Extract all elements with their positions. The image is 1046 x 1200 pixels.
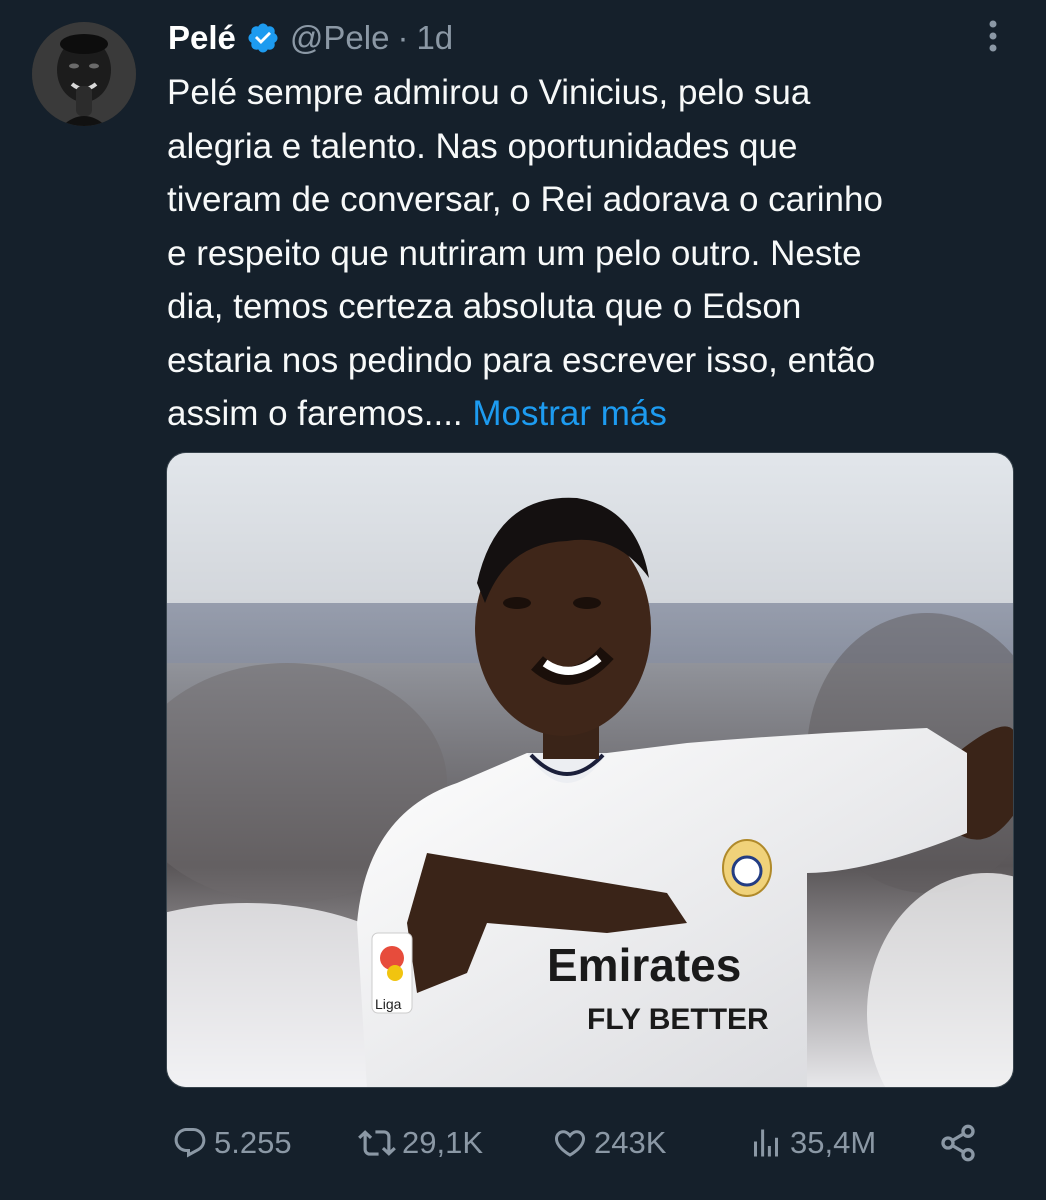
- tweet-text-line: Pelé sempre admirou o Vinicius, pelo sua: [167, 73, 811, 112]
- tweet-text-line: assim o faremos....: [167, 394, 463, 433]
- reply-icon: [174, 1128, 206, 1158]
- liga-badge-text: Liga: [375, 996, 402, 1012]
- verified-badge-icon: [248, 23, 278, 53]
- tweet-photo[interactable]: Emirates FLY BETTER Liga: [166, 452, 1014, 1088]
- jersey-slogan-text: FLY BETTER: [587, 1003, 769, 1036]
- tweet-text-last-line: assim o faremos.... Mostrar más: [167, 387, 1017, 441]
- show-more-link[interactable]: Mostrar más: [472, 394, 666, 433]
- more-vertical-icon: [989, 20, 997, 52]
- retweet-icon: [358, 1130, 396, 1156]
- tweet-header: Pelé @Pele · 1d: [168, 16, 453, 60]
- views-button[interactable]: 35,4M: [748, 1118, 876, 1168]
- header-separator: ·: [397, 19, 409, 56]
- tweet-text-line: tiveram de conversar, o Rei adorava o ca…: [167, 180, 883, 219]
- share-icon: [941, 1124, 975, 1162]
- author-name[interactable]: Pelé: [168, 19, 236, 57]
- views-chart-icon: [754, 1129, 778, 1157]
- retweet-count: 29,1K: [402, 1125, 484, 1160]
- jersey-sponsor-text: Emirates: [547, 939, 741, 991]
- author-handle[interactable]: @Pele: [290, 19, 390, 57]
- reply-count: 5.255: [214, 1125, 292, 1160]
- tweet-timestamp[interactable]: 1d: [416, 19, 453, 57]
- author-avatar[interactable]: [32, 22, 136, 126]
- tweet-text-line: dia, temos certeza absoluta que o Edson: [167, 287, 802, 326]
- retweet-button[interactable]: 29,1K: [358, 1118, 483, 1168]
- tweet-actions: 5.255 29,1K 243K 35,4M: [168, 1118, 988, 1168]
- avatar-photo-icon: [32, 22, 136, 126]
- like-count: 243K: [594, 1125, 667, 1160]
- more-options-button[interactable]: [980, 16, 1006, 56]
- reply-button[interactable]: 5.255: [172, 1118, 292, 1168]
- tweet-text-line: e respeito que nutriram um pelo outro. N…: [167, 233, 862, 273]
- tweet-text: Pelé sempre admirou o Vinicius, pelo sua…: [167, 66, 1017, 441]
- views-count: 35,4M: [790, 1125, 877, 1160]
- like-button[interactable]: 243K: [552, 1118, 666, 1168]
- tweet-card: Pelé @Pele · 1d Pelé sempre admirou o Vi…: [0, 0, 1046, 1200]
- share-button[interactable]: [938, 1118, 984, 1168]
- tweet-text-line: estaria nos pedindo para escrever isso, …: [167, 340, 876, 380]
- tweet-text-line: alegria e talento. Nas oportunidades que: [167, 126, 798, 166]
- player-photo-image: Emirates FLY BETTER Liga: [167, 453, 1013, 1087]
- heart-icon: [554, 1130, 586, 1157]
